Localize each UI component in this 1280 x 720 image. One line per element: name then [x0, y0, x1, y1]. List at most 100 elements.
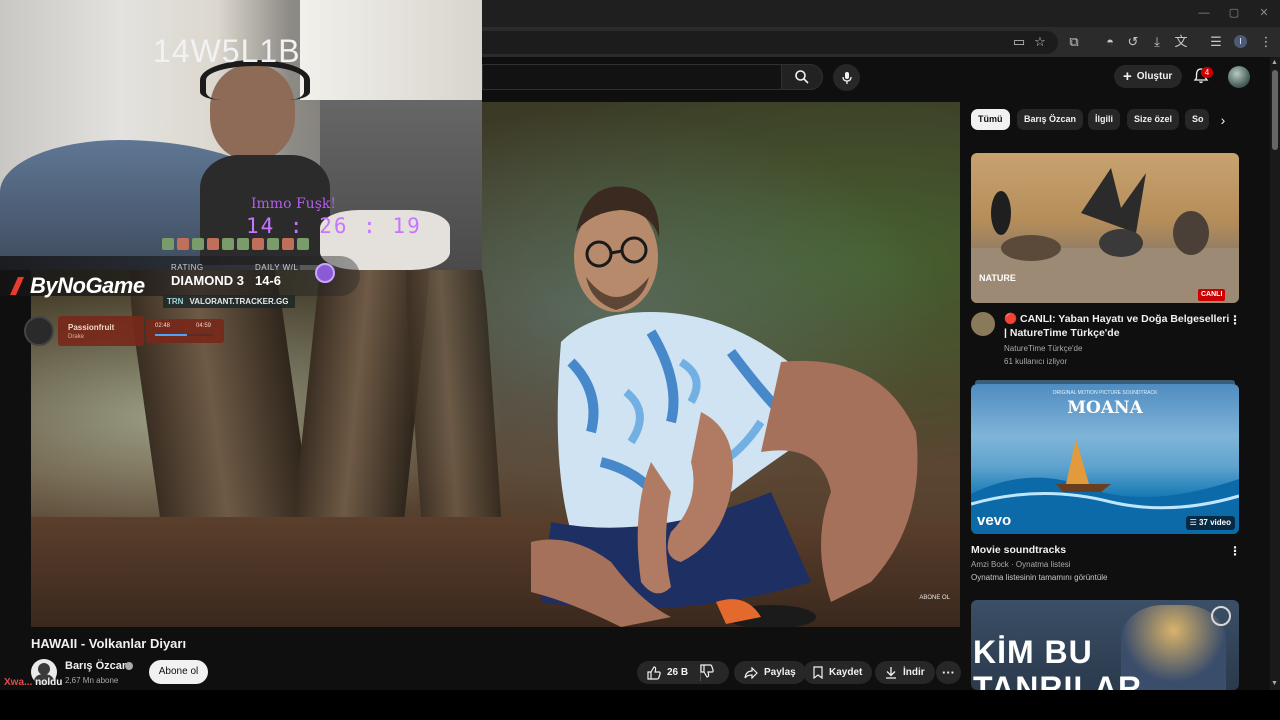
agent-icon — [282, 238, 294, 250]
create-button[interactable]: + Oluştur — [1114, 65, 1182, 88]
thumb-title-text: MOANA — [1067, 398, 1143, 418]
thumb-title-text-2: TANRILAR — [973, 670, 1143, 690]
time-current: 02:48 — [155, 323, 171, 329]
share-label: Paylaş — [764, 667, 796, 678]
close-window-button[interactable]: ✕ — [1256, 6, 1272, 20]
stream-timer: 14 : 26 : 19 — [246, 214, 422, 238]
agent-icons-row — [162, 238, 348, 252]
live-badge: CANLI — [1198, 289, 1226, 301]
rec-viewers: 61 kullanıcı izliyor — [1004, 357, 1068, 366]
thumb-caption: ORIGINAL MOTION PICTURE SOUNDTRACK — [1052, 390, 1158, 396]
more-vert-icon[interactable]: ⋮ — [1229, 312, 1241, 328]
dislike-button[interactable] — [700, 664, 720, 682]
thumbnail-playlist[interactable]: ORIGINAL MOTION PICTURE SOUNDTRACK MOANA… — [971, 384, 1239, 534]
download-button[interactable]: İndir — [875, 661, 935, 684]
download-arrow-icon — [886, 667, 896, 679]
scroll-up-icon[interactable]: ▲ — [1271, 59, 1278, 66]
screen: — ▢ ✕ ▭ ☆ ⧉ ◓ ↺ ⤓ 文 ☰ I ⋮ + Oluştur 4 AB… — [0, 0, 1280, 720]
bookmark-icon — [813, 666, 823, 679]
channel-badge-icon — [1211, 606, 1231, 626]
rec-channel[interactable]: Amzi Bock · Oynatma listesi — [971, 560, 1071, 569]
music-progress-track — [155, 334, 213, 336]
rec-channel[interactable]: NatureTime Türkçe'de — [1004, 344, 1082, 353]
thumbnail-video[interactable]: KİM BU TANRILAR — [971, 600, 1239, 690]
chip-for-you[interactable]: Size özel — [1127, 109, 1180, 130]
voice-search-button[interactable] — [833, 64, 860, 91]
more-actions-button[interactable]: ··· — [936, 661, 961, 684]
subscriber-count: 2,67 Mn abone — [65, 676, 119, 685]
presenter-figure — [531, 186, 918, 627]
chat-text: noldu — [35, 677, 63, 688]
search-icon — [795, 70, 809, 84]
rank-emblem-icon — [315, 263, 335, 283]
search-button[interactable] — [781, 64, 823, 90]
agent-icon — [222, 238, 234, 250]
thumb-title-text: KİM BU — [973, 634, 1093, 670]
song-title: Passionfruit — [68, 323, 115, 332]
video-count-badge: ☰ 37 video — [1185, 516, 1235, 530]
rec-title-line2[interactable]: | NatureTime Türkçe'de — [1004, 326, 1120, 340]
tracker-url: TRN VALORANT.TRACKER.GG — [163, 295, 295, 308]
rating-value: DIAMOND 3 — [171, 273, 244, 288]
channel-name[interactable]: Barış Özcan — [65, 660, 129, 672]
share-button[interactable]: Paylaş — [734, 661, 806, 684]
channel-avatar-nature[interactable] — [971, 312, 995, 336]
cast-icon[interactable]: ▭ — [1010, 33, 1028, 51]
chip-more[interactable]: So — [1185, 109, 1209, 130]
more-horiz-icon: ··· — [942, 665, 955, 680]
translate-icon[interactable]: 文 — [1172, 33, 1190, 51]
plus-icon: + — [1123, 68, 1132, 85]
maximize-button[interactable]: ▢ — [1226, 6, 1242, 20]
search-input[interactable] — [482, 64, 781, 90]
agent-icon — [297, 238, 309, 250]
chevron-right-icon[interactable]: › — [1213, 110, 1233, 130]
thumbnail-live[interactable]: NATURE — [971, 153, 1239, 303]
verified-check-icon — [125, 662, 133, 670]
scrollbar-thumb[interactable] — [1272, 70, 1278, 150]
rec-title[interactable]: Movie soundtracks — [971, 543, 1066, 557]
curtain — [300, 0, 482, 100]
thumbs-up-icon — [647, 665, 661, 680]
agent-icon — [207, 238, 219, 250]
scroll-down-icon[interactable]: ▼ — [1271, 680, 1278, 687]
subscribe-watermark[interactable]: ABONE OL — [919, 595, 950, 601]
music-progress-fill — [155, 334, 188, 336]
tracker-text: VALORANT.TRACKER.GG — [189, 297, 289, 306]
chip-channel[interactable]: Barış Özcan — [1017, 109, 1084, 130]
browser-profile-avatar[interactable]: I — [1234, 35, 1247, 48]
subscribe-button[interactable]: Abone ol — [149, 660, 208, 684]
like-count: 26 B — [667, 667, 689, 678]
agent-icon — [267, 238, 279, 250]
account-avatar[interactable] — [1228, 66, 1250, 88]
chat-message: Xwa... noldu — [4, 677, 62, 688]
view-full-playlist-link[interactable]: Oynatma listesinin tamamını görüntüle — [971, 573, 1108, 582]
save-button[interactable]: Kaydet — [803, 661, 873, 684]
minimize-button[interactable]: — — [1196, 6, 1212, 20]
save-label: Kaydet — [829, 667, 863, 678]
agent-icon — [162, 238, 174, 250]
playback-time-box: 02:48 04:59 — [146, 319, 224, 343]
playlist-icon: ☰ — [1189, 518, 1199, 527]
video-count: 37 video — [1198, 518, 1231, 527]
brand-logo: ByNoGame — [30, 273, 145, 298]
extensions-icon[interactable]: ⧉ — [1065, 33, 1083, 51]
scrollbar-track[interactable] — [1270, 57, 1280, 690]
immo-label: Immo Fuşk! — [251, 196, 336, 212]
bottom-letterbox — [0, 690, 1280, 720]
history-icon[interactable]: ↺ — [1124, 33, 1142, 51]
channel-watermark: NATURE — [979, 273, 1016, 283]
bookmark-star-icon[interactable]: ☆ — [1031, 33, 1049, 51]
video-title: HAWAII - Volkanlar Diyarı — [31, 636, 187, 651]
vevo-logo: vevo — [977, 512, 1012, 529]
tracker-prefix: TRN — [167, 297, 184, 306]
chip-all[interactable]: Tümü — [971, 109, 1010, 130]
tab-search-icon[interactable]: ☰ — [1207, 33, 1225, 51]
microphone-icon — [841, 71, 852, 84]
chip-related[interactable]: İlgili — [1088, 109, 1120, 130]
incognito-icon[interactable]: ◓ — [1101, 33, 1119, 51]
song-artist: Drake — [68, 334, 85, 340]
browser-menu-icon[interactable]: ⋮ — [1257, 33, 1275, 51]
rec-title-line1[interactable]: 🔴 CANLI: Yaban Hayatı ve Doğa Belgeselle… — [1004, 312, 1229, 326]
more-vert-icon[interactable]: ⋮ — [1229, 543, 1241, 559]
download-icon[interactable]: ⤓ — [1148, 33, 1166, 51]
